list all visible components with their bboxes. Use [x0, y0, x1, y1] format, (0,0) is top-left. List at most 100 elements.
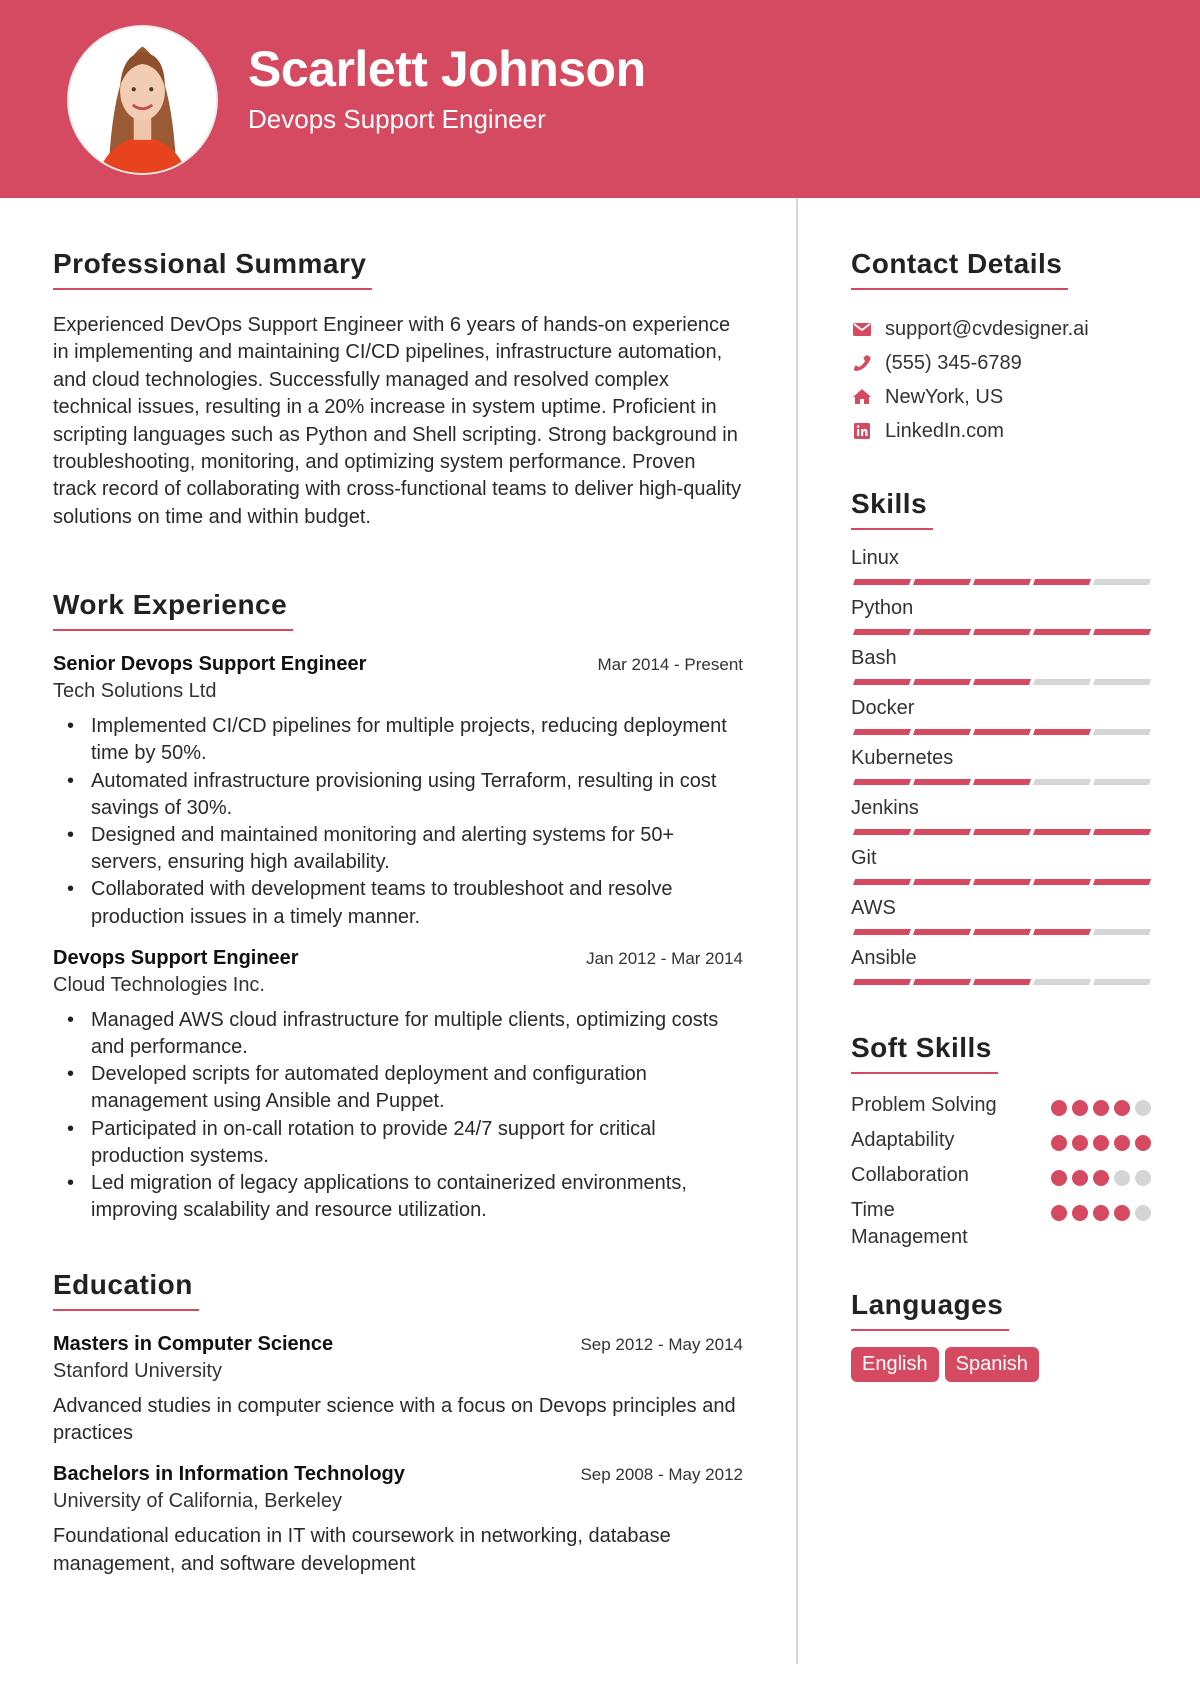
contact-linkedin[interactable]: LinkedIn.com — [851, 414, 1151, 448]
job-entry: Devops Support Engineer Jan 2012 - Mar 2… — [53, 947, 743, 1225]
soft-skill-rating — [1051, 1197, 1151, 1221]
skill-item: Ansible — [851, 946, 1152, 996]
candidate-name: Scarlett Johnson — [248, 41, 646, 97]
skill-segment-filled — [1032, 829, 1092, 835]
rating-dot-filled — [1093, 1205, 1109, 1221]
contact-phone[interactable]: (555) 345-6789 — [851, 346, 1151, 380]
skill-level-bar — [851, 729, 1152, 735]
skill-segment-filled — [972, 779, 1032, 785]
skill-segment-filled — [852, 929, 912, 935]
skill-name: Docker — [851, 697, 915, 719]
skill-level-bar — [851, 679, 1152, 685]
skill-item: Linux — [851, 546, 1152, 596]
soft-skills-heading: Soft Skills — [851, 1032, 998, 1074]
skill-segment-filled — [972, 679, 1032, 685]
skill-segment-empty — [1092, 679, 1152, 685]
education-description: Foundational education in IT with course… — [53, 1525, 671, 1575]
education-entry: Masters in Computer Science Sep 2012 - M… — [53, 1333, 743, 1448]
rating-dot-filled — [1093, 1100, 1109, 1116]
job-bullet: Managed AWS cloud infrastructure for mul… — [67, 1007, 743, 1061]
degree-title: Masters in Computer Science — [53, 1332, 334, 1355]
skill-level-bar — [851, 629, 1152, 635]
skill-segment-filled — [1092, 629, 1152, 635]
school-name: University of California, Berkeley — [53, 1490, 342, 1513]
main-column: Professional Summary Experienced DevOps … — [53, 248, 743, 1578]
job-bullet: Collaborated with development teams to t… — [67, 876, 743, 930]
skill-segment-filled — [972, 579, 1032, 585]
language-tag: Spanish — [944, 1347, 1039, 1382]
skill-segment-filled — [972, 629, 1032, 635]
skill-segment-filled — [912, 579, 972, 585]
job-bullet: Developed scripts for automated deployme… — [67, 1061, 743, 1115]
skill-segment-filled — [912, 979, 972, 985]
school-name: Stanford University — [53, 1359, 222, 1382]
skill-item: Git — [851, 846, 1152, 896]
skill-segment-filled — [1032, 879, 1092, 885]
education-heading: Education — [53, 1269, 199, 1311]
contact-email[interactable]: support@cvdesigner.ai — [851, 312, 1151, 346]
phone-icon — [851, 352, 873, 374]
education-section: Education Masters in Computer Science Se… — [53, 1269, 743, 1579]
column-divider — [796, 198, 798, 1664]
skill-level-bar — [851, 929, 1152, 935]
rating-dot-filled — [1072, 1170, 1088, 1186]
rating-dot-filled — [1051, 1135, 1067, 1151]
skill-segment-filled — [1032, 729, 1092, 735]
summary-text: Experienced DevOps Support Engineer with… — [53, 314, 742, 528]
soft-skill-name: Problem Solving — [851, 1094, 997, 1116]
skill-item: Docker — [851, 696, 1152, 746]
skill-segment-filled — [912, 879, 972, 885]
job-dates: Mar 2014 - Present — [597, 655, 743, 675]
languages-heading: Languages — [851, 1289, 1010, 1331]
skill-name: Ansible — [851, 947, 917, 969]
skill-item: Jenkins — [851, 796, 1152, 846]
skill-segment-filled — [912, 929, 972, 935]
skill-level-bar — [851, 779, 1152, 785]
skill-name: Linux — [851, 547, 899, 569]
summary-section: Professional Summary Experienced DevOps … — [53, 248, 743, 531]
rating-dot-empty — [1135, 1100, 1151, 1116]
soft-skill-rating — [1051, 1162, 1151, 1186]
job-bullet: Designed and maintained monitoring and a… — [67, 822, 743, 876]
rating-dot-empty — [1135, 1170, 1151, 1186]
skill-name: AWS — [851, 897, 896, 919]
skill-item: Python — [851, 596, 1152, 646]
rating-dot-empty — [1114, 1170, 1130, 1186]
contact-email-text: support@cvdesigner.ai — [885, 317, 1089, 340]
languages-list: English Spanish — [851, 1347, 1151, 1382]
skill-segment-empty — [1092, 729, 1152, 735]
rating-dot-filled — [1093, 1135, 1109, 1151]
skill-name: Kubernetes — [851, 747, 954, 769]
skill-segment-filled — [852, 679, 912, 685]
rating-dot-filled — [1051, 1100, 1067, 1116]
education-dates: Sep 2008 - May 2012 — [580, 1465, 743, 1485]
skills-list: Linux Python Bash Docker Kubernetes Jenkins Gi… — [851, 546, 1152, 996]
skill-segment-filled — [1092, 879, 1152, 885]
job-company: Tech Solutions Ltd — [53, 680, 217, 703]
skill-level-bar — [851, 829, 1152, 835]
soft-skill-name: Time Management — [851, 1199, 968, 1248]
summary-heading: Professional Summary — [53, 248, 373, 290]
language-tag: English — [851, 1347, 939, 1382]
rating-dot-filled — [1114, 1135, 1130, 1151]
skill-name: Python — [851, 597, 914, 619]
candidate-role: Devops Support Engineer — [248, 104, 546, 134]
languages-section: Languages English Spanish — [851, 1289, 1151, 1382]
education-entry: Bachelors in Information Technology Sep … — [53, 1463, 743, 1578]
skill-segment-filled — [852, 729, 912, 735]
job-bullet: Implemented CI/CD pipelines for multiple… — [67, 713, 743, 767]
skill-segment-filled — [1032, 579, 1092, 585]
rating-dot-empty — [1135, 1205, 1151, 1221]
skill-name: Git — [851, 847, 877, 869]
skill-segment-filled — [852, 579, 912, 585]
skill-segment-filled — [972, 729, 1032, 735]
soft-skill-item: Collaboration — [851, 1162, 1151, 1189]
contact-section: Contact Details support@cvdesigner.ai (5… — [851, 248, 1151, 448]
job-title: Senior Devops Support Engineer — [53, 653, 367, 676]
skill-name: Jenkins — [851, 797, 919, 819]
skill-segment-filled — [972, 879, 1032, 885]
skill-segment-filled — [1032, 929, 1092, 935]
skills-section: Skills Linux Python Bash Docker Kubernetes Je… — [851, 488, 1152, 996]
resume-header: Scarlett Johnson Devops Support Engineer — [0, 0, 1200, 198]
soft-skill-rating — [1051, 1092, 1151, 1116]
